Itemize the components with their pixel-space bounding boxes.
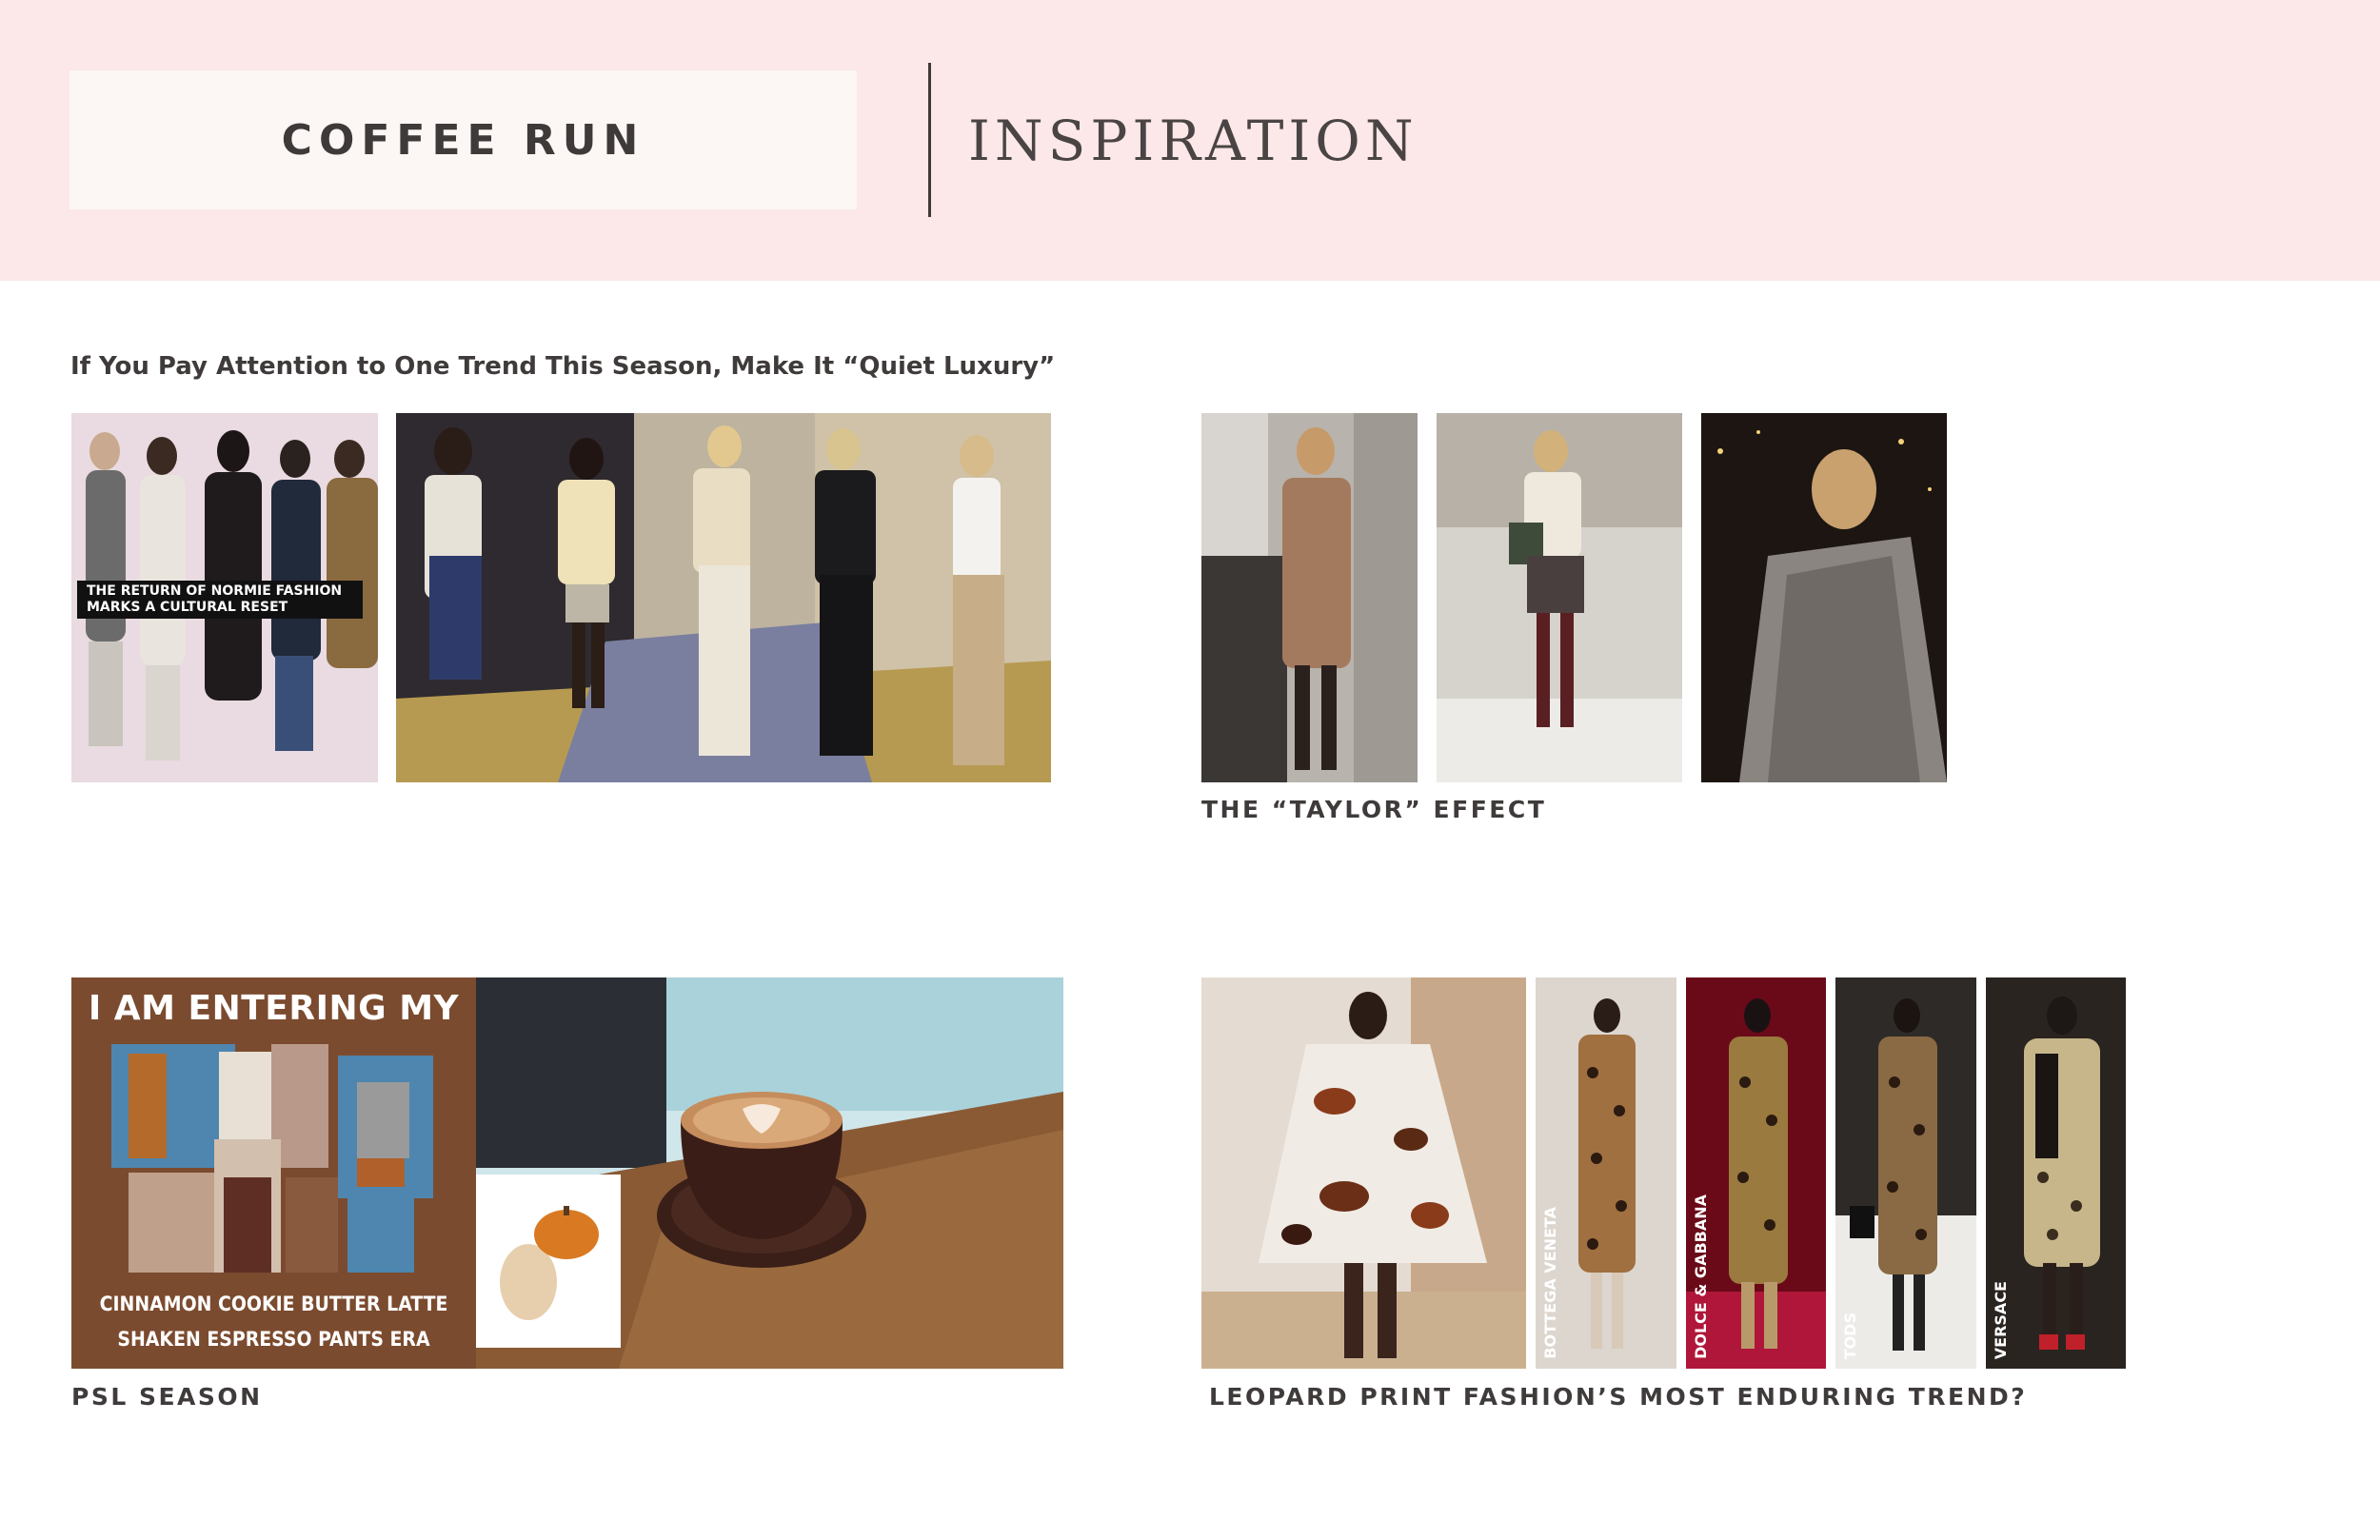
leopard-image-5: VERSACE	[1986, 977, 2126, 1369]
section-title: INSPIRATION	[968, 109, 1418, 173]
taylor-image-3	[1701, 413, 1947, 782]
leopard-image-4: TODS	[1835, 977, 1976, 1369]
psl-caption: PSL SEASON	[71, 1383, 263, 1411]
brand-tag-dolce: DOLCE & GABBANA	[1692, 1194, 1710, 1359]
normie-fashion-label: THE RETURN OF NORMIE FASHION MARKS A CUL…	[77, 581, 363, 619]
leopard-image-1	[1201, 977, 1526, 1369]
poster-line2: SHAKEN ESPRESSO PANTS ERA	[117, 1328, 430, 1351]
leopard-caption: LEOPARD PRINT FASHION’S MOST ENDURING TR…	[1209, 1383, 2028, 1411]
taylor-caption: THE “TAYLOR” EFFECT	[1201, 796, 1547, 823]
psl-poster: I AM ENTERING MY CINNAMON COOKIE BUTTER …	[71, 977, 476, 1369]
latte-image	[476, 977, 1063, 1369]
normie-fashion-image: THE RETURN OF NORMIE FASHION MARKS A CUL…	[71, 413, 378, 782]
quiet-luxury-headline: If You Pay Attention to One Trend This S…	[70, 352, 1056, 381]
header-divider	[928, 63, 931, 217]
brand-tag-versace: VERSACE	[1992, 1280, 2010, 1359]
normie-label-line2: MARKS A CULTURAL RESET	[87, 600, 288, 615]
brand-title: COFFEE RUN	[281, 115, 645, 165]
runway-image	[396, 413, 1051, 782]
poster-line1: CINNAMON COOKIE BUTTER LATTE	[99, 1293, 448, 1315]
brand-tag-bottega: BOTTEGA VENETA	[1541, 1207, 1559, 1359]
taylor-image-2	[1437, 413, 1682, 782]
brand-box: COFFEE RUN	[69, 70, 857, 209]
leopard-image-2: BOTTEGA VENETA	[1536, 977, 1676, 1369]
brand-tag-tods: TODS	[1841, 1312, 1859, 1359]
header-band: COFFEE RUN INSPIRATION	[0, 0, 2380, 281]
poster-title: I AM ENTERING MY	[88, 989, 460, 1028]
poster-lines: CINNAMON COOKIE BUTTER LATTE SHAKEN ESPR…	[71, 1287, 476, 1357]
leopard-image-3: DOLCE & GABBANA	[1686, 977, 1826, 1369]
taylor-image-1	[1201, 413, 1418, 782]
normie-label-line1: THE RETURN OF NORMIE FASHION	[87, 583, 343, 599]
